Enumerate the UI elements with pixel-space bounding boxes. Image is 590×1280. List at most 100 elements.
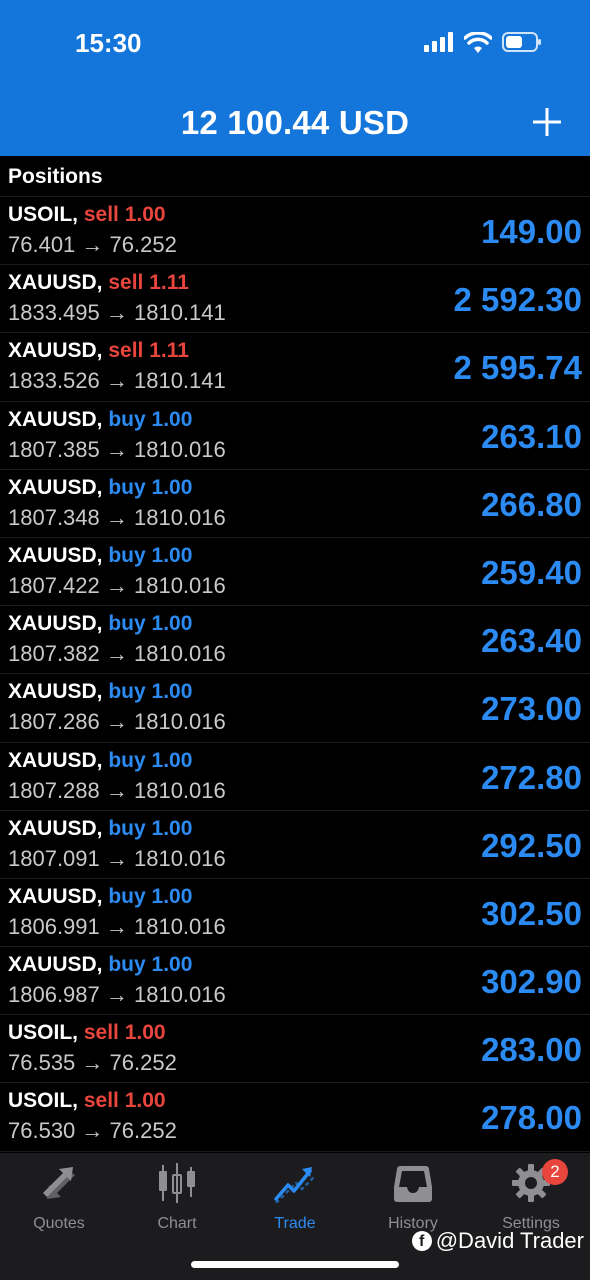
positions-list: USOIL, sell 1.00 76.401 → 76.252 149.00 XAU… [0,197,590,1152]
position-profit: 302.90 [481,963,582,1001]
position-prices: 1807.382 → 1810.016 [8,641,226,667]
position-profit: 149.00 [481,213,582,250]
position-prices: 76.401 → 76.252 [8,232,177,257]
positions-section-header: Positions [0,156,590,197]
tab-settings[interactable]: 2 Settings [472,1159,590,1233]
position-row[interactable]: XAUUSD, buy 1.00 1807.422 → 1810.016 259.4… [0,538,590,607]
position-row[interactable]: XAUUSD, buy 1.00 1806.991 → 1810.016 302.5… [0,879,590,948]
position-row[interactable]: XAUUSD, buy 1.00 1806.987 → 1810.016 302.9… [0,947,590,1016]
position-title: XAUUSD, sell 1.11 [8,271,189,295]
position-title: XAUUSD, buy 1.00 [8,680,192,704]
position-prices: 76.535 → 76.252 [8,1050,177,1076]
position-side-volume: buy 1.00 [108,680,193,704]
position-profit: 272.80 [481,758,582,796]
candlestick-icon [159,1163,195,1203]
cellular-signal-icon [424,32,453,52]
position-row[interactable]: XAUUSD, sell 1.11 1833.495 → 1810.141 2 59… [0,265,590,334]
position-title: XAUUSD, buy 1.00 [8,408,192,432]
position-profit: 2 595.74 [453,349,582,387]
position-symbol: XAUUSD, [8,407,103,431]
watermark: f @David Trader [411,1228,584,1254]
position-title: XAUUSD, buy 1.00 [8,544,192,568]
account-balance: 12 100.44 USD [180,104,410,141]
position-row[interactable]: XAUUSD, sell 1.11 1833.526 → 1810.141 2 59… [0,333,590,402]
position-side-volume: sell 1.11 [108,271,189,295]
position-row[interactable]: USOIL, sell 1.00 76.535 → 76.252 283.00 [0,1015,590,1084]
position-profit: 302.50 [481,894,582,932]
app-header: 15:30 12 100.44 USD [0,0,590,156]
position-side-volume: buy 1.00 [108,407,193,431]
watermark-text: @David Trader [435,1228,584,1253]
position-symbol: USOIL, [8,1089,79,1113]
position-profit: 273.00 [481,690,582,728]
position-profit: 263.40 [481,622,582,660]
position-side-volume: buy 1.00 [108,543,193,567]
section-title: Positions [8,165,103,188]
tab-label: Chart [157,1215,197,1232]
position-side-volume: sell 1.00 [83,203,166,226]
position-row[interactable]: XAUUSD, buy 1.00 1807.288 → 1810.016 272.8… [0,743,590,811]
position-side-volume: sell 1.00 [83,1021,166,1045]
notification-badge: 2 [542,1159,568,1185]
position-title: XAUUSD, buy 1.00 [8,885,192,909]
quotes-arrows-icon [43,1167,75,1199]
position-symbol: XAUUSD, [8,884,103,908]
position-profit: 292.50 [481,826,582,864]
position-symbol: XAUUSD, [8,612,103,636]
position-symbol: XAUUSD, [8,680,103,704]
inbox-tray-icon [394,1166,432,1202]
position-profit: 278.00 [481,1099,582,1137]
position-profit: 283.00 [481,1031,582,1069]
position-prices: 1807.422 → 1810.016 [8,572,226,598]
plus-icon [533,108,561,136]
position-title: USOIL, sell 1.00 [8,203,166,227]
position-symbol: USOIL, [8,1021,79,1045]
position-row[interactable]: XAUUSD, buy 1.00 1807.348 → 1810.016 266.8… [0,470,590,538]
position-title: USOIL, sell 1.00 [8,1089,166,1113]
position-profit: 266.80 [481,485,582,523]
position-side-volume: buy 1.00 [108,748,193,772]
position-row[interactable]: XAUUSD, buy 1.00 1807.385 → 1810.016 263.1… [0,402,590,470]
position-row[interactable]: XAUUSD, buy 1.00 1807.091 → 1810.016 292.5… [0,811,590,879]
position-side-volume: sell 1.00 [83,1089,166,1113]
position-title: XAUUSD, buy 1.00 [8,476,192,500]
position-symbol: XAUUSD, [8,339,103,363]
position-prices: 1806.987 → 1810.016 [8,982,226,1008]
position-symbol: XAUUSD, [8,543,103,567]
position-row[interactable]: USOIL, sell 1.00 76.530 → 76.252 278.00 [0,1083,590,1152]
add-order-button[interactable] [530,102,564,142]
home-indicator [191,1261,399,1268]
facebook-icon: f [411,1231,432,1251]
position-title: XAUUSD, buy 1.00 [8,817,192,841]
tab-label: Quotes [33,1215,85,1232]
position-symbol: XAUUSD, [8,953,103,977]
position-profit: 259.40 [481,553,582,591]
tab-label: Trade [274,1215,316,1232]
position-symbol: XAUUSD, [8,271,103,295]
position-side-volume: buy 1.00 [108,884,193,908]
wifi-icon [464,31,492,53]
position-row[interactable]: USOIL, sell 1.00 76.401 → 76.252 149.00 [0,197,590,266]
tab-chart[interactable]: Chart [118,1163,236,1233]
position-side-volume: buy 1.00 [108,816,193,840]
position-prices: 1833.495 → 1810.141 [8,300,226,326]
position-prices: 1807.286 → 1810.016 [8,709,226,735]
position-title: XAUUSD, buy 1.00 [8,749,192,773]
trend-up-icon [274,1167,315,1203]
position-row[interactable]: XAUUSD, buy 1.00 1807.382 → 1810.016 263.4… [0,606,590,675]
tab-history[interactable]: History [354,1163,472,1233]
position-row[interactable]: XAUUSD, buy 1.00 1807.286 → 1810.016 273.0… [0,674,590,743]
battery-icon [502,32,541,52]
position-title: USOIL, sell 1.00 [8,1021,166,1045]
position-title: XAUUSD, sell 1.11 [8,339,189,363]
position-prices: 1807.091 → 1810.016 [8,845,226,871]
position-symbol: XAUUSD, [8,816,103,840]
status-time: 15:30 [75,28,142,58]
tab-trade[interactable]: Trade [236,1163,354,1233]
status-icons [424,31,542,53]
position-profit: 263.10 [481,417,582,455]
tab-quotes[interactable]: Quotes [0,1163,118,1233]
position-side-volume: buy 1.00 [108,612,193,636]
position-prices: 1807.348 → 1810.016 [8,504,226,530]
position-prices: 1833.526 → 1810.141 [8,368,226,394]
